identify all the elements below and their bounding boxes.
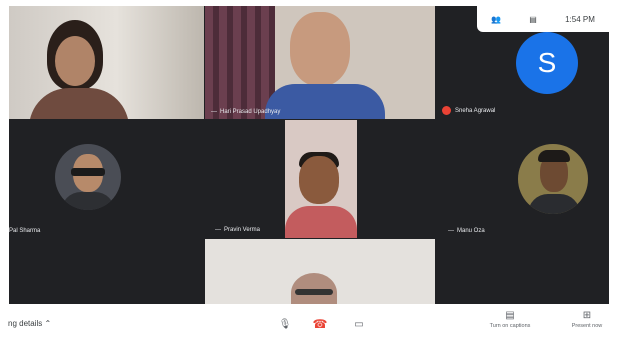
captions-icon: ▤ <box>505 310 515 321</box>
participant-tile-3[interactable]: S Sneha Agrawal 👥 ▤ 1:54 PM <box>436 6 609 119</box>
chat-icon[interactable]: ▤ <box>529 15 537 24</box>
captions-button[interactable]: ▤ Turn on captions <box>475 310 545 329</box>
participant-name-label: Pal Sharma <box>9 228 41 234</box>
participant-tile-4[interactable]: Pal Sharma <box>9 120 284 238</box>
participant-tile-8[interactable] <box>205 239 435 304</box>
avatar: S <box>516 32 578 94</box>
present-now-button[interactable]: ⊞ Present now <box>552 310 618 329</box>
clock-time: 1:54 PM <box>565 14 595 24</box>
participant-tile-1[interactable] <box>9 6 204 119</box>
participant-tile-6[interactable]: — Manu Oza <box>358 120 609 238</box>
avatar <box>518 144 588 214</box>
present-icon: ⊞ <box>582 310 592 321</box>
mic-off-icon <box>442 106 451 115</box>
mic-icon: 🎙 <box>278 318 292 330</box>
camera-icon: ▭ <box>354 318 364 330</box>
meeting-details-button[interactable]: ng details ⌃ <box>8 319 51 328</box>
participant-tile-7[interactable] <box>9 239 204 304</box>
participant-name-label: — Manu Oza <box>448 228 485 234</box>
mic-button[interactable]: 🎙 <box>270 313 300 335</box>
participant-name-label: Sneha Agrawal <box>442 106 495 115</box>
participant-name-label: — Hari Prasad Upadhyay <box>211 109 281 115</box>
bottom-toolbar: ng details ⌃ 🎙 ☎ ▭ ▤ Turn on captions ⊞ … <box>0 304 618 341</box>
participant-tile-5[interactable] <box>285 120 357 238</box>
people-icon[interactable]: 👥 <box>491 15 501 24</box>
end-call-button[interactable]: ☎ <box>305 313 335 335</box>
hang-up-icon: ☎ <box>312 317 328 331</box>
participant-name-label: — Pravin Verma <box>215 227 261 233</box>
video-grid: — Hari Prasad Upadhyay S Sneha Agrawal 👥 … <box>9 6 609 304</box>
participant-tile-2[interactable]: — Hari Prasad Upadhyay <box>205 6 435 119</box>
status-bar: 👥 ▤ 1:54 PM <box>477 6 609 32</box>
chevron-up-icon: ⌃ <box>44 319 52 328</box>
camera-button[interactable]: ▭ <box>344 313 374 335</box>
participant-tile-9[interactable] <box>436 239 609 304</box>
avatar <box>55 144 121 210</box>
